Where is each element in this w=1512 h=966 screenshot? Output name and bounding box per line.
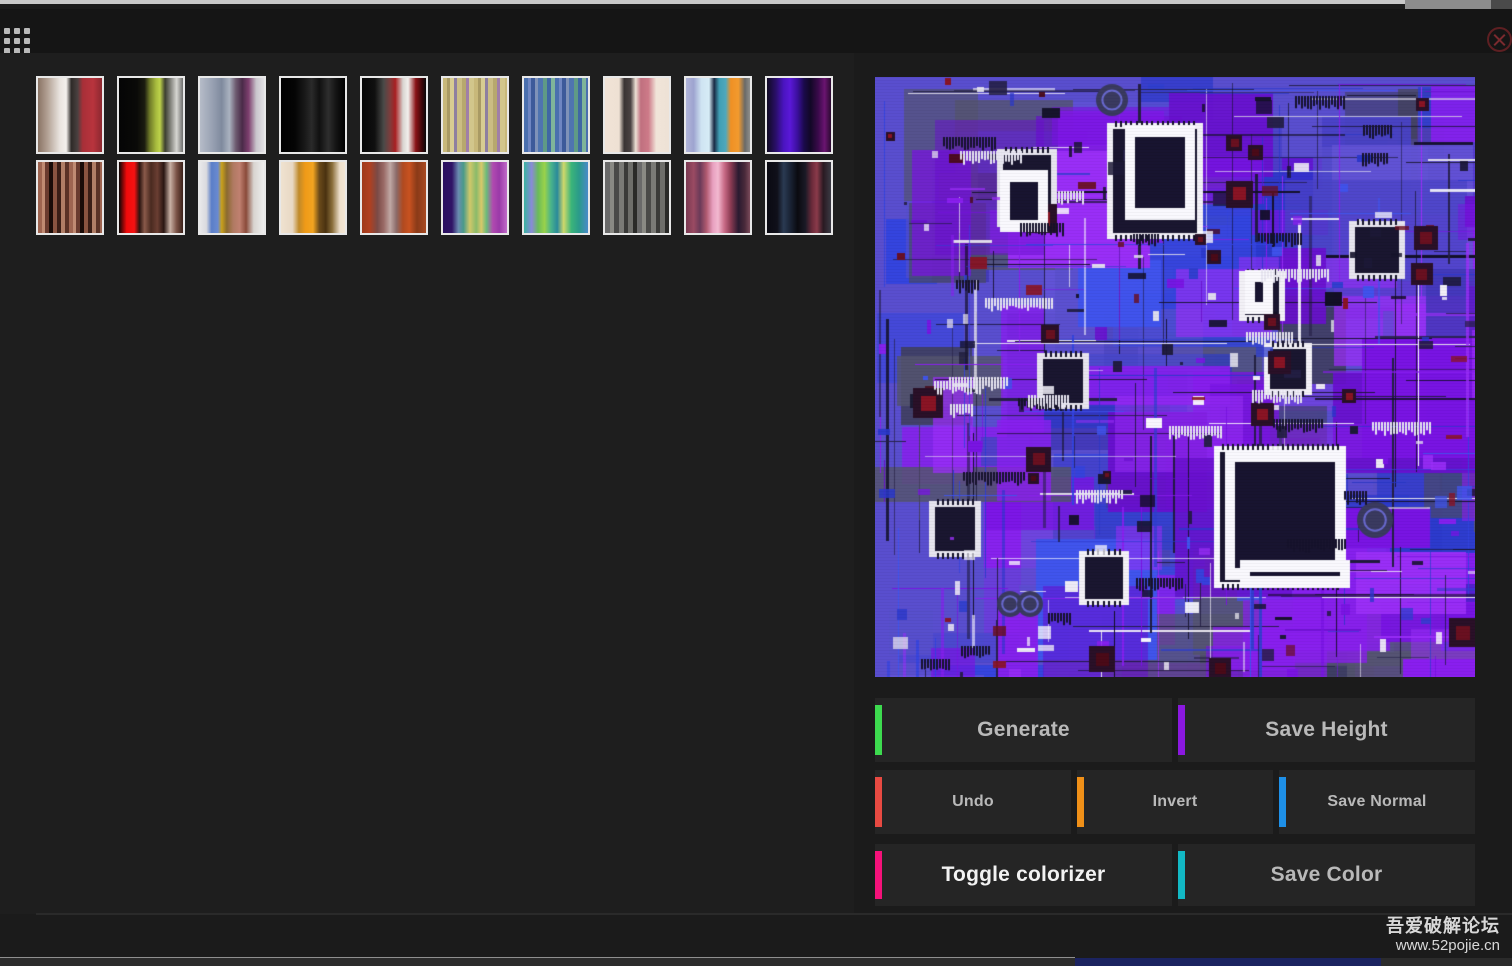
drag-grip-icon[interactable] [4,28,30,54]
texture-preview[interactable] [875,77,1475,677]
generate-button[interactable]: Generate [875,698,1172,762]
background-window-edge [0,0,1512,4]
titlebar[interactable] [0,9,1512,54]
gradient-swatch-13[interactable] [198,160,266,235]
button-row-tertiary: Toggle colorizer Save Color [875,844,1475,906]
gradient-swatch-16[interactable] [441,160,509,235]
gradient-swatch-18[interactable] [603,160,671,235]
gradient-palette-grid [36,76,833,235]
gradient-swatch-11[interactable] [36,160,104,235]
toggle-colorizer-button[interactable]: Toggle colorizer [875,844,1172,906]
watermark-url: www.52pojie.cn [1395,936,1500,954]
button-row-secondary: Undo Invert Save Normal [875,770,1475,834]
background-window-controls [1491,0,1512,9]
gradient-swatch-8[interactable] [603,76,671,154]
gradient-palette-row [36,76,833,154]
button-label: Toggle colorizer [941,863,1106,886]
save-color-button[interactable]: Save Color [1178,844,1475,906]
gradient-swatch-1[interactable] [36,76,104,154]
gradient-swatch-17[interactable] [522,160,590,235]
gradient-swatch-19[interactable] [684,160,752,235]
accent-bar [1077,777,1084,827]
button-label: Invert [1152,793,1198,810]
button-label: Save Color [1270,863,1383,886]
gradient-palette-row [36,160,833,235]
gradient-swatch-10[interactable] [765,76,833,154]
gradient-swatch-14[interactable] [279,160,347,235]
invert-button[interactable]: Invert [1077,770,1273,834]
gradient-swatch-7[interactable] [522,76,590,154]
accent-bar [875,851,882,899]
accent-bar [875,777,882,827]
accent-bar [1178,851,1185,899]
save-normal-button[interactable]: Save Normal [1279,770,1475,834]
texture-preview-canvas[interactable] [875,77,1475,677]
button-label: Save Height [1265,718,1388,741]
gradient-swatch-3[interactable] [198,76,266,154]
accent-bar [875,705,882,755]
button-label: Save Normal [1327,793,1427,810]
watermark-cn: 吾爱破解论坛 [1386,916,1500,936]
gradient-swatch-4[interactable] [279,76,347,154]
accent-bar [1178,705,1185,755]
undo-button[interactable]: Undo [875,770,1071,834]
app-window: Generate Save Height Undo Invert Save Norma… [0,0,1512,966]
save-height-button[interactable]: Save Height [1178,698,1475,762]
gradient-swatch-9[interactable] [684,76,752,154]
gradient-swatch-12[interactable] [117,160,185,235]
gradient-palette-panel [0,53,854,914]
taskbar-active-item[interactable] [1075,958,1381,966]
accent-bar [1279,777,1286,827]
gradient-swatch-15[interactable] [360,160,428,235]
button-label: Generate [977,718,1070,741]
button-label: Undo [952,793,994,810]
gradient-swatch-6[interactable] [441,76,509,154]
gradient-swatch-5[interactable] [360,76,428,154]
gradient-swatch-20[interactable] [765,160,833,235]
button-row-primary: Generate Save Height [875,698,1475,762]
watermark: 吾爱破解论坛 www.52pojie.cn [1386,916,1500,954]
gradient-swatch-2[interactable] [117,76,185,154]
close-circle-icon[interactable] [1487,27,1512,52]
background-window-titlebar [1405,0,1491,9]
bottom-divider [36,913,1512,915]
